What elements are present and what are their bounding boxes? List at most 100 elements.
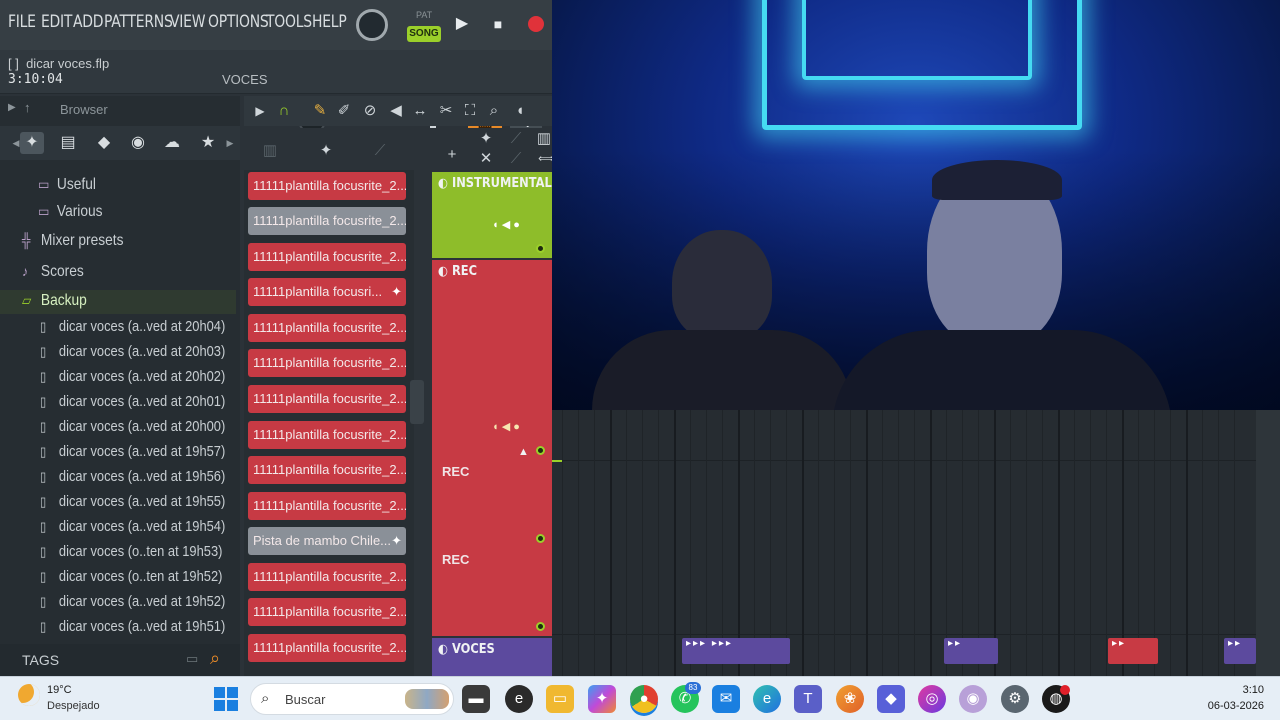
track-led[interactable] [536, 244, 545, 253]
plugin-tab-icon[interactable]: ◆ [92, 132, 116, 154]
pencil-icon[interactable]: ✎ [310, 100, 330, 122]
automation-icon[interactable]: ⟋ [370, 140, 390, 162]
playlist-clip[interactable]: ▸▸▸ ▸▸▸ [682, 638, 790, 664]
menu-file[interactable]: FILE [8, 12, 36, 32]
fl-studio-icon[interactable]: ❀ [836, 685, 864, 713]
paint-icon[interactable]: ✐ [334, 100, 354, 122]
backup-file[interactable]: ▯ dicar voces (a..ved at 20h03) [40, 343, 225, 365]
waveform-icon[interactable]: ✦ [476, 128, 496, 150]
edge-dev-icon[interactable]: e [505, 685, 533, 713]
track-controls-icon[interactable]: ◖ ◀ ● [492, 218, 520, 231]
clip-item[interactable]: 11111plantilla focusrite_2... [248, 243, 406, 271]
waveform-tab-icon[interactable]: ✦ [20, 132, 44, 154]
backup-file[interactable]: ▯ dicar voces (a..ved at 19h54) [40, 518, 225, 540]
playback-icon[interactable]: ◖ [510, 100, 530, 122]
settings-icon[interactable]: ⚙ [1001, 685, 1029, 713]
playlist-clip[interactable]: ▸▸ [1224, 638, 1256, 664]
start-button[interactable] [214, 687, 238, 711]
track-controls-icon[interactable]: ◖ ◀ ● [492, 420, 520, 433]
edge-icon[interactable]: e [753, 685, 781, 713]
weather-temperature[interactable]: 19°C [47, 684, 72, 696]
weather-description[interactable]: Despejado [47, 700, 100, 712]
backup-file[interactable]: ▯ dicar voces (a..ved at 19h57) [40, 443, 225, 465]
menu-tools[interactable]: TOOLS [266, 12, 312, 32]
clock-date[interactable]: 06-03-2026 [1200, 700, 1264, 712]
backup-file[interactable]: ▯ dicar voces (a..ved at 19h55) [40, 493, 225, 515]
delete-icon[interactable]: ⊘ [360, 100, 380, 122]
app-icon[interactable]: ◆ [877, 685, 905, 713]
clip-item[interactable]: 11111plantilla focusrite_2... [248, 421, 406, 449]
song-mode-toggle[interactable]: SONG [407, 26, 441, 42]
star-tab-icon[interactable]: ★ [196, 132, 220, 154]
weather-moon-icon[interactable] [18, 684, 40, 706]
menu-patterns[interactable]: PATTERNS [104, 12, 173, 32]
clip-item[interactable]: 11111plantilla focusrite_2... [248, 563, 406, 591]
tags-label[interactable]: TAGS [22, 652, 59, 668]
track-instrumental[interactable]: ◐ INSTRUMENTAL ◖ ◀ ● [432, 172, 552, 258]
globe-tab-icon[interactable]: ◉ [126, 132, 150, 154]
clip-item[interactable]: 11111plantilla focusrite_2... [248, 598, 406, 626]
audio-clip-icon[interactable]: ✦ [316, 140, 336, 162]
backup-file[interactable]: ▯ dicar voces (a..ved at 19h56) [40, 468, 225, 490]
backup-file[interactable]: ▯ dicar voces (o..ten at 19h53) [40, 543, 222, 565]
menu-help[interactable]: HELP [312, 12, 347, 32]
menu-edit[interactable]: EDIT [41, 12, 72, 32]
backup-file[interactable]: ▯ dicar voces (a..ved at 20h00) [40, 418, 225, 440]
playlist-grid[interactable]: ▸▸▸ ▸▸▸ ▸▸ ▸▸ ▸▸ [552, 410, 1280, 676]
track-rec[interactable]: ◐ REC ◖ ◀ ● ▲ REC REC [432, 260, 552, 636]
slip-icon[interactable]: ↔ [410, 100, 430, 122]
folder-icon[interactable]: ▭ [186, 651, 198, 667]
collapse-icon[interactable]: ▲ [518, 446, 529, 458]
clip-item[interactable]: Pista de mambo Chile... ✦ [248, 527, 406, 555]
tree-item-useful[interactable]: ▭ Useful [38, 176, 96, 198]
select-icon[interactable]: ⛶ [460, 100, 480, 122]
play-arrow-icon[interactable]: ▶ [250, 100, 270, 122]
magnet-icon[interactable]: ∩ [274, 100, 294, 122]
arrows-icon[interactable]: ⟺ [536, 148, 552, 170]
close-icon[interactable]: ✕ [476, 148, 496, 170]
menu-view[interactable]: VIEW [170, 12, 206, 32]
clip-item[interactable]: 11111plantilla focusrite_2... [248, 385, 406, 413]
playlist-clip[interactable]: ▸▸ [944, 638, 998, 664]
slice-icon[interactable]: ✂ [436, 100, 456, 122]
backup-file[interactable]: ▯ dicar voces (a..ved at 20h02) [40, 368, 225, 390]
menu-add[interactable]: ADD [73, 12, 104, 32]
mute-icon[interactable]: ◀ [386, 100, 406, 122]
chrome-icon[interactable]: ● [630, 685, 658, 713]
cloud-tab-icon[interactable]: ☁ [160, 132, 184, 154]
record-button[interactable] [528, 16, 544, 32]
clip-item[interactable]: 11111plantilla focusrite_2... [248, 314, 406, 342]
backup-file[interactable]: ▯ dicar voces (o..ten at 19h52) [40, 568, 222, 590]
zoom-icon[interactable]: ⌕ [484, 100, 504, 122]
tree-item-scores[interactable]: ♪ Scores [22, 263, 84, 285]
stop-button[interactable]: ■ [485, 10, 511, 38]
clip-item[interactable]: 11111plantilla focusrite_2... [248, 492, 406, 520]
app-icon[interactable]: ◎ [918, 685, 946, 713]
clip-item[interactable]: 11111plantilla focusrite_2... [248, 456, 406, 484]
backup-file[interactable]: ▯ dicar voces (a..ved at 19h51) [40, 618, 225, 640]
play-button[interactable]: ▶ [449, 10, 475, 38]
copilot-icon[interactable]: ✦ [588, 685, 616, 713]
backup-file[interactable]: ▯ dicar voces (a..ved at 19h52) [40, 593, 225, 615]
search-icon[interactable]: ⌕ [210, 648, 220, 669]
main-knob[interactable] [356, 9, 388, 41]
menu-options[interactable]: OPTIONS [208, 12, 269, 32]
clip-list-scrollbar[interactable] [410, 380, 424, 424]
track-led[interactable] [536, 446, 545, 455]
clock-time[interactable]: 3:10 [1232, 684, 1264, 696]
tree-item-various[interactable]: ▭ Various [38, 203, 103, 225]
add-icon[interactable]: + [442, 144, 462, 166]
automation-small-icon[interactable]: ⟋ [506, 128, 526, 150]
piano-roll-icon[interactable]: ▥ [260, 140, 280, 162]
file-explorer-icon[interactable]: ▭ [546, 685, 574, 713]
backup-file[interactable]: ▯ dicar voces (a..ved at 20h01) [40, 393, 225, 415]
playlist-scrollbar[interactable] [1256, 410, 1280, 676]
teams-icon[interactable]: T [794, 685, 822, 713]
taskbar-search[interactable]: ⌕ Buscar [250, 683, 454, 715]
track-led[interactable] [536, 622, 545, 631]
file-tab-icon[interactable]: ▤ [56, 132, 80, 154]
pat-label[interactable]: PAT [416, 10, 432, 20]
tree-item-backup[interactable]: ▱ Backup [22, 292, 87, 314]
clip-item[interactable]: 11111plantilla focusrite_2... [248, 207, 406, 235]
track-led[interactable] [536, 534, 545, 543]
